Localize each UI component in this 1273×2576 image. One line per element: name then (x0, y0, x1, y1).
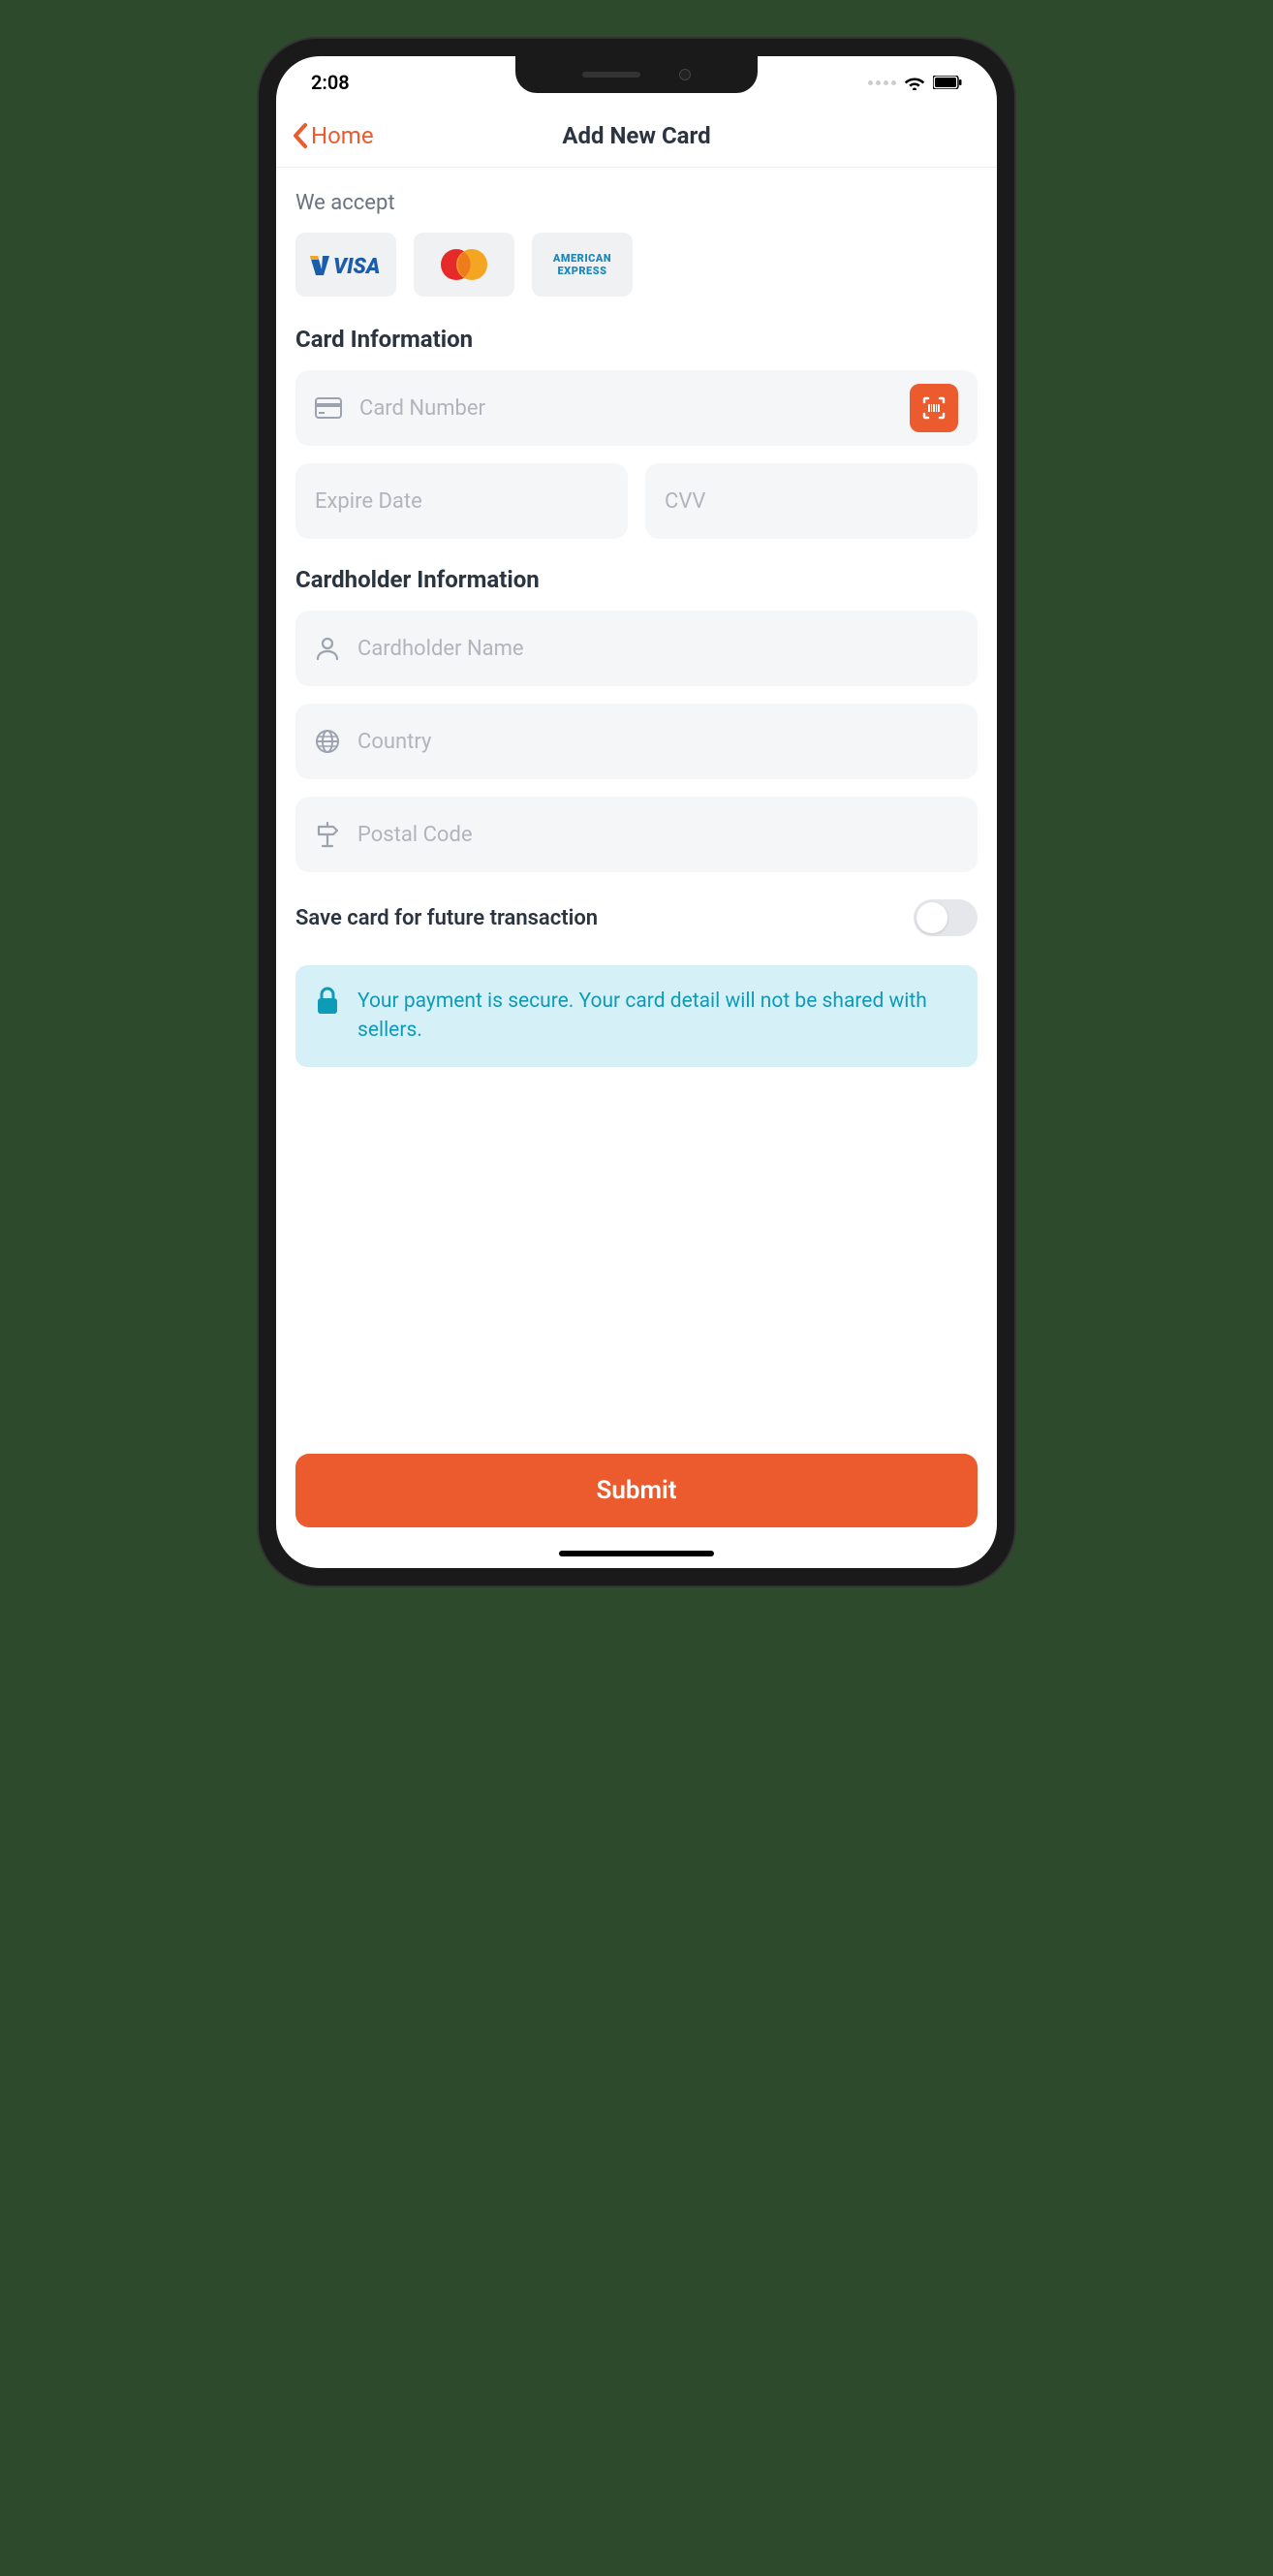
save-card-toggle[interactable] (914, 899, 978, 936)
svg-text:EXPRESS: EXPRESS (558, 265, 607, 277)
phone-screen: 2:08 Home Add New Card We accept VISA (276, 56, 997, 1568)
person-icon (315, 636, 340, 661)
wifi-icon (904, 75, 925, 90)
toggle-knob (916, 902, 947, 933)
security-notice: Your payment is secure. Your card detail… (295, 965, 978, 1067)
country-field[interactable] (295, 704, 978, 779)
home-indicator[interactable] (559, 1551, 714, 1556)
card-number-field[interactable] (295, 370, 978, 446)
postal-code-input[interactable] (357, 823, 958, 847)
notch (515, 56, 758, 93)
expire-date-input[interactable] (315, 489, 608, 514)
back-button[interactable]: Home (292, 122, 374, 149)
save-card-row: Save card for future transaction (295, 899, 978, 936)
submit-button[interactable]: Submit (295, 1454, 978, 1527)
page-title: Add New Card (562, 122, 710, 149)
signpost-icon (315, 821, 340, 848)
we-accept-label: We accept (295, 191, 978, 215)
cardholder-name-input[interactable] (357, 637, 958, 661)
scan-card-button[interactable] (910, 384, 958, 432)
chevron-left-icon (292, 122, 309, 149)
svg-text:VISA: VISA (333, 255, 380, 277)
credit-card-icon (315, 397, 342, 419)
cvv-input[interactable] (665, 489, 958, 514)
content: We accept VISA AMERICANEXPRESS Card Info… (276, 168, 997, 1551)
globe-icon (315, 729, 340, 754)
lock-icon (315, 987, 340, 1016)
cardholder-info-heading: Cardholder Information (295, 566, 978, 593)
back-label: Home (311, 122, 374, 149)
battery-icon (933, 76, 962, 89)
country-input[interactable] (357, 730, 958, 754)
accepted-cards: VISA AMERICANEXPRESS (295, 233, 978, 297)
cardholder-name-field[interactable] (295, 611, 978, 686)
cvv-field[interactable] (645, 463, 978, 539)
security-notice-text: Your payment is secure. Your card detail… (357, 987, 958, 1046)
postal-code-field[interactable] (295, 797, 978, 872)
visa-logo: VISA (295, 233, 396, 297)
card-info-heading: Card Information (295, 326, 978, 353)
expire-date-field[interactable] (295, 463, 628, 539)
status-time: 2:08 (311, 71, 350, 94)
nav-bar: Home Add New Card (276, 109, 997, 168)
status-right (868, 75, 962, 90)
save-card-label: Save card for future transaction (295, 906, 598, 930)
card-number-input[interactable] (359, 396, 892, 421)
mastercard-logo (414, 233, 514, 297)
scan-icon (920, 394, 947, 422)
phone-frame: 2:08 Home Add New Card We accept VISA (259, 39, 1014, 1586)
cellular-dots-icon (868, 80, 896, 85)
svg-text:AMERICAN: AMERICAN (552, 252, 611, 265)
amex-logo: AMERICANEXPRESS (532, 233, 633, 297)
